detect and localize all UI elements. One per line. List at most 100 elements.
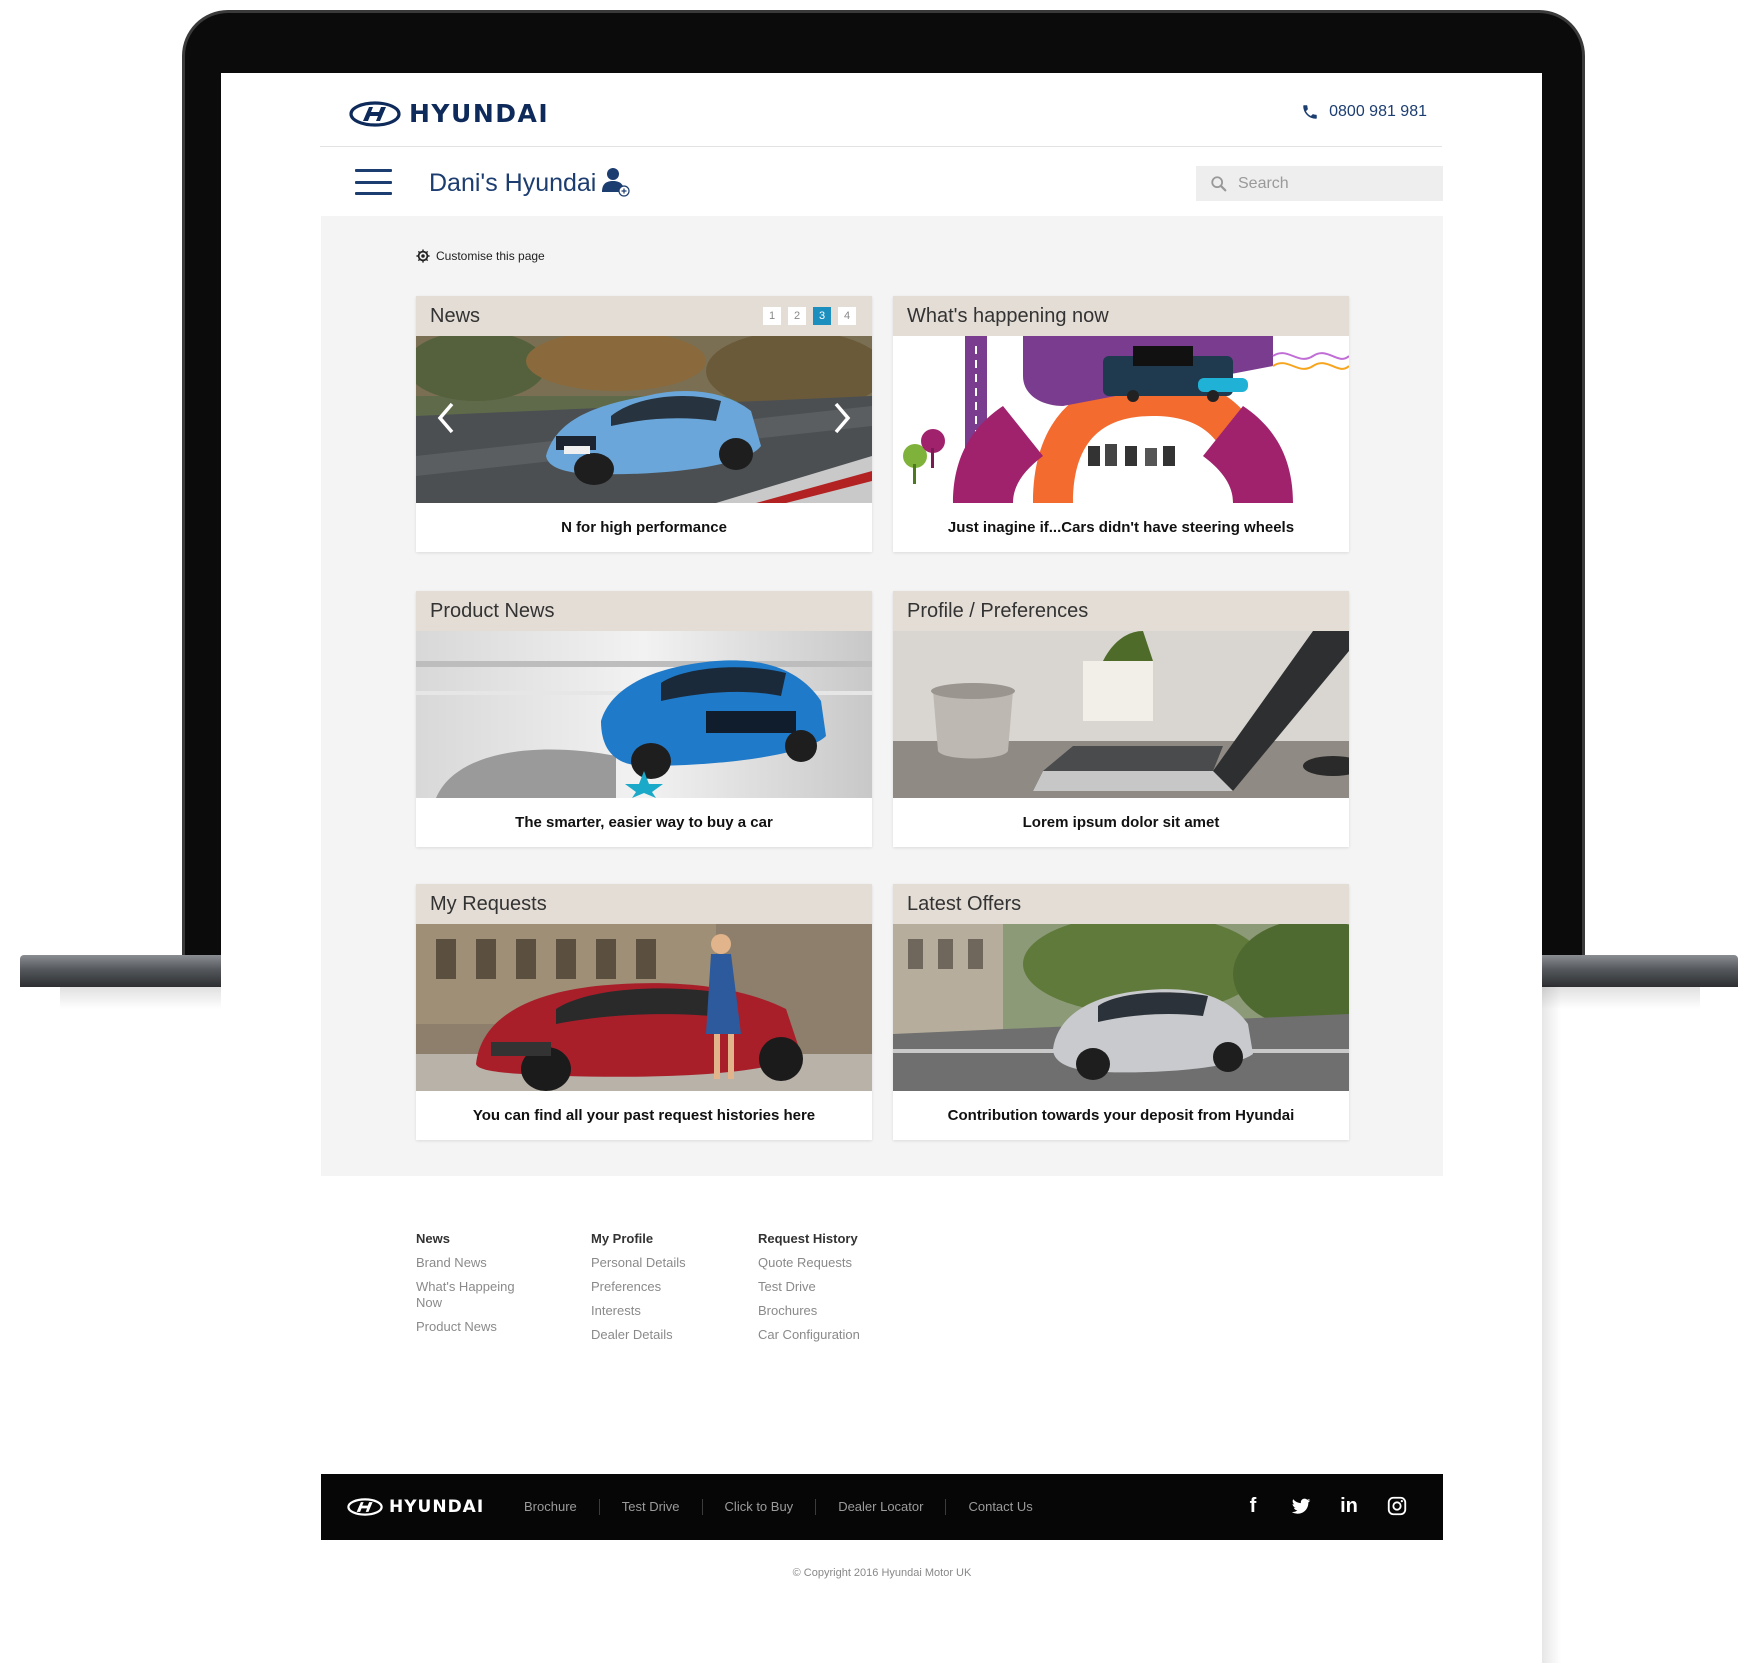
footer-link[interactable]: Quote Requests <box>758 1255 908 1271</box>
card-caption[interactable]: You can find all your past request histo… <box>416 1091 872 1140</box>
card-header: Latest Offers <box>893 884 1349 924</box>
footer-brand-wordmark: HYUNDAI <box>389 1497 485 1517</box>
card-header: Profile / Preferences <box>893 591 1349 631</box>
pager-page-2[interactable]: 2 <box>788 307 806 325</box>
hyundai-logo[interactable]: HYUNDAI <box>349 99 549 128</box>
card-caption[interactable]: The smarter, easier way to buy a car <box>416 798 872 847</box>
footer-column-heading: Request History <box>758 1231 858 1246</box>
footer-bar-link-click-to-buy[interactable]: Click to Buy <box>701 1499 816 1515</box>
pager-page-1[interactable]: 1 <box>763 307 781 325</box>
footer-link[interactable]: What's Happeing Now <box>416 1279 526 1311</box>
social-links: f in <box>1241 1494 1409 1518</box>
card-title: Product News <box>430 599 555 622</box>
my-requests-card[interactable]: My Requests You can find all your past r… <box>416 884 872 1140</box>
laptop-coffee-photo <box>893 631 1349 798</box>
footer-link[interactable]: Brand News <box>416 1255 566 1271</box>
footer-link[interactable]: Dealer Details <box>591 1327 741 1343</box>
footer-column-my-profile: My Profile Personal Details Preferences … <box>591 1231 741 1351</box>
search-input[interactable] <box>1238 174 1428 193</box>
phone-number: 0800 981 981 <box>1329 103 1427 120</box>
footer-bar-link-dealer-locator[interactable]: Dealer Locator <box>815 1499 945 1515</box>
profile-preferences-card[interactable]: Profile / Preferences Lorem ipsum dolor … <box>893 591 1349 847</box>
header-divider <box>320 146 1442 147</box>
footer-bar-links: Brochure Test Drive Click to Buy Dealer … <box>524 1499 1055 1515</box>
news-pager: 1 2 3 4 <box>763 307 856 325</box>
card-header: News 1 2 3 4 <box>416 296 872 336</box>
whats-happening-card[interactable]: What's happening now Just inagine if...C… <box>893 296 1349 552</box>
footer-column-news: News Brand News What's Happeing Now Prod… <box>416 1231 566 1343</box>
card-image <box>893 631 1349 798</box>
phone-icon <box>1303 105 1317 119</box>
footer-link[interactable]: Product News <box>416 1319 566 1335</box>
footer-link[interactable]: Preferences <box>591 1279 741 1295</box>
copyright-text: © Copyright 2016 Hyundai Motor UK <box>792 1567 972 1579</box>
user-profile-icon[interactable] <box>601 166 631 198</box>
blue-ioniq-photo <box>416 631 872 798</box>
menu-line <box>355 180 392 184</box>
card-header: Product News <box>416 591 872 631</box>
phone-contact[interactable]: 0800 981 981 <box>1301 103 1427 121</box>
dashboard: Customise this page News 1 2 3 4 N for h… <box>321 216 1443 1176</box>
card-caption[interactable]: Contribution towards your deposit from H… <box>893 1091 1349 1140</box>
search-icon <box>1211 175 1227 191</box>
footer-link[interactable]: Test Drive <box>758 1279 908 1295</box>
carousel-prev-arrow[interactable] <box>432 396 462 440</box>
blue-hatchback-photo <box>416 336 872 503</box>
card-image <box>416 336 872 503</box>
latest-offers-card[interactable]: Latest Offers Contribution towards your … <box>893 884 1349 1140</box>
card-title: Latest Offers <box>907 892 1022 915</box>
instagram-icon[interactable] <box>1385 1494 1409 1518</box>
card-title: Profile / Preferences <box>907 599 1089 622</box>
footer-bar-link-contact-us[interactable]: Contact Us <box>945 1499 1054 1515</box>
card-title: News <box>430 304 481 327</box>
illustration-driverless-car <box>893 336 1349 503</box>
menu-button[interactable] <box>355 169 392 195</box>
hyundai-logo-icon <box>347 1498 383 1516</box>
footer-column-heading: News <box>416 1231 450 1246</box>
pager-page-3[interactable]: 3 <box>813 307 831 325</box>
product-news-card[interactable]: Product News The smarter, easier way to … <box>416 591 872 847</box>
customise-page-link[interactable]: Customise this page <box>416 249 545 263</box>
menu-line <box>355 192 392 195</box>
card-caption[interactable]: N for high performance <box>416 503 872 552</box>
footer-column-request-history: Request History Quote Requests Test Driv… <box>758 1231 908 1351</box>
silver-i20-photo <box>893 924 1349 1091</box>
card-caption[interactable]: Just inagine if...Cars didn't have steer… <box>893 503 1349 552</box>
footer-hyundai-logo[interactable]: HYUNDAI <box>347 1497 524 1517</box>
card-image <box>416 924 872 1091</box>
footer-link[interactable]: Car Configuration <box>758 1327 908 1343</box>
gear-icon <box>416 249 430 263</box>
footer-column-heading: My Profile <box>591 1231 654 1246</box>
card-image <box>416 631 872 798</box>
browser-screen: HYUNDAI 0800 981 981 Dani's Hyundai Sear… <box>221 73 1542 1663</box>
brand-wordmark: HYUNDAI <box>409 99 550 128</box>
customise-label: Customise this page <box>436 249 545 263</box>
card-title: My Requests <box>430 892 547 915</box>
footer-link[interactable]: Brochures <box>758 1303 908 1319</box>
twitter-bird-icon <box>1291 1498 1311 1514</box>
facebook-icon[interactable]: f <box>1241 1494 1265 1518</box>
footer-link[interactable]: Personal Details <box>591 1255 741 1271</box>
instagram-camera-icon <box>1387 1496 1407 1516</box>
footer-bar-link-test-drive[interactable]: Test Drive <box>598 1499 702 1515</box>
news-card[interactable]: News 1 2 3 4 N for high performance <box>416 296 872 552</box>
card-header: What's happening now <box>893 296 1349 336</box>
footer-bar: HYUNDAI Brochure Test Drive Click to Buy… <box>321 1474 1443 1540</box>
card-title: What's happening now <box>907 304 1109 327</box>
search-box[interactable] <box>1196 166 1443 201</box>
hyundai-logo-icon <box>349 100 401 127</box>
footer-link[interactable]: Interests <box>591 1303 741 1319</box>
card-header: My Requests <box>416 884 872 924</box>
twitter-icon[interactable] <box>1289 1494 1313 1518</box>
page-shadow <box>1541 985 1561 1663</box>
red-kona-photo <box>416 924 872 1091</box>
card-image <box>893 336 1349 503</box>
carousel-next-arrow[interactable] <box>826 396 856 440</box>
linkedin-icon[interactable]: in <box>1337 1494 1361 1518</box>
site-title: Dani's Hyundai <box>429 169 597 197</box>
menu-line <box>355 169 392 172</box>
pager-page-4[interactable]: 4 <box>838 307 856 325</box>
card-image <box>893 924 1349 1091</box>
footer-bar-link-brochure[interactable]: Brochure <box>524 1499 599 1515</box>
card-caption[interactable]: Lorem ipsum dolor sit amet <box>893 798 1349 847</box>
